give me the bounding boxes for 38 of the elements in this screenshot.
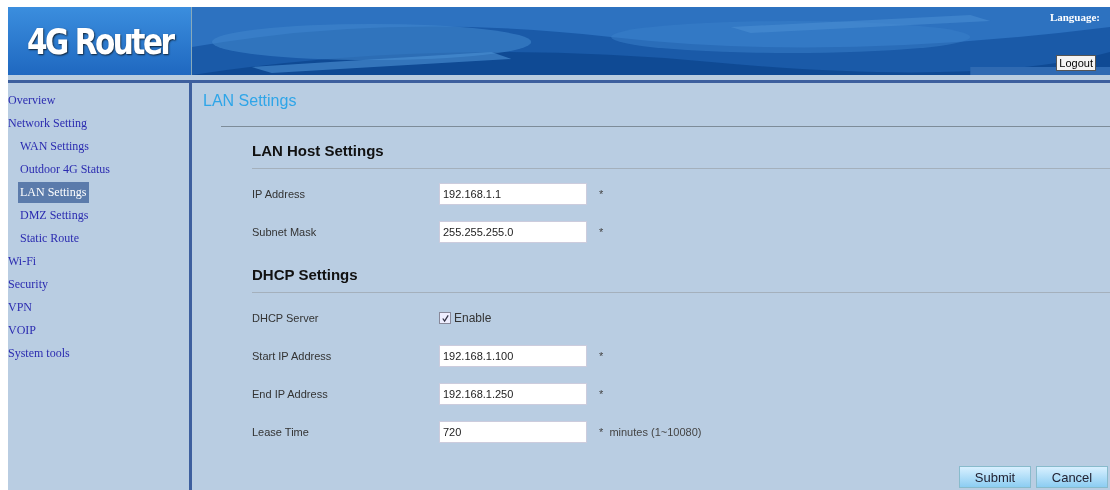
field-label: Lease Time [252,426,310,438]
field-note: * [599,188,604,200]
checkbox-label: Enable [454,311,492,325]
logo: 4G Router [26,20,173,62]
input-field[interactable]: 720 [439,421,587,443]
input-field[interactable]: 192.168.1.250 [439,383,587,405]
field-note: * [599,388,604,400]
sidebar-item[interactable]: Network Setting [8,112,189,135]
field-label: End IP Address [252,388,329,400]
sidebar-subitem[interactable]: DMZ Settings [8,204,189,227]
input-field[interactable]: 255.255.255.0 [439,221,587,243]
sidebar-subitem[interactable]: LAN Settings [18,182,90,203]
form-button[interactable]: Cancel [1036,466,1108,488]
sidebar-item[interactable]: System tools [8,342,189,365]
sidebar-subitem[interactable]: Outdoor 4G Status [8,158,189,181]
page-title: LAN Settings [203,91,298,111]
input-field[interactable]: 192.168.1.1 [439,183,587,205]
input-field[interactable]: 192.168.1.100 [439,345,587,367]
field-note: * [599,350,604,362]
field-label: IP Address [252,188,306,200]
sidebar-item[interactable]: Security [8,273,189,296]
sidebar-subitem[interactable]: Static Route [8,227,189,250]
sidebar-item[interactable]: Wi-Fi [8,250,189,273]
field-note: * [599,226,604,238]
sidebar-item[interactable]: VPN [8,296,189,319]
language-label: Language: [1049,11,1100,23]
field-label: Start IP Address [252,350,333,362]
logout-button[interactable]: Logout [1056,55,1096,71]
field-label: DHCP Server [252,312,320,324]
sidebar-subitem[interactable]: WAN Settings [8,135,189,158]
sidebar-item[interactable]: Overview [8,89,189,112]
sidebar-item[interactable]: VOIP [8,319,189,342]
section-title: LAN Host Settings [252,142,385,160]
field-note: * minutes (1~10080) [599,426,702,438]
checkbox[interactable] [439,312,451,324]
form-button[interactable]: Submit [959,466,1031,488]
field-label: Subnet Mask [252,226,318,238]
section-title: DHCP Settings [252,266,359,284]
